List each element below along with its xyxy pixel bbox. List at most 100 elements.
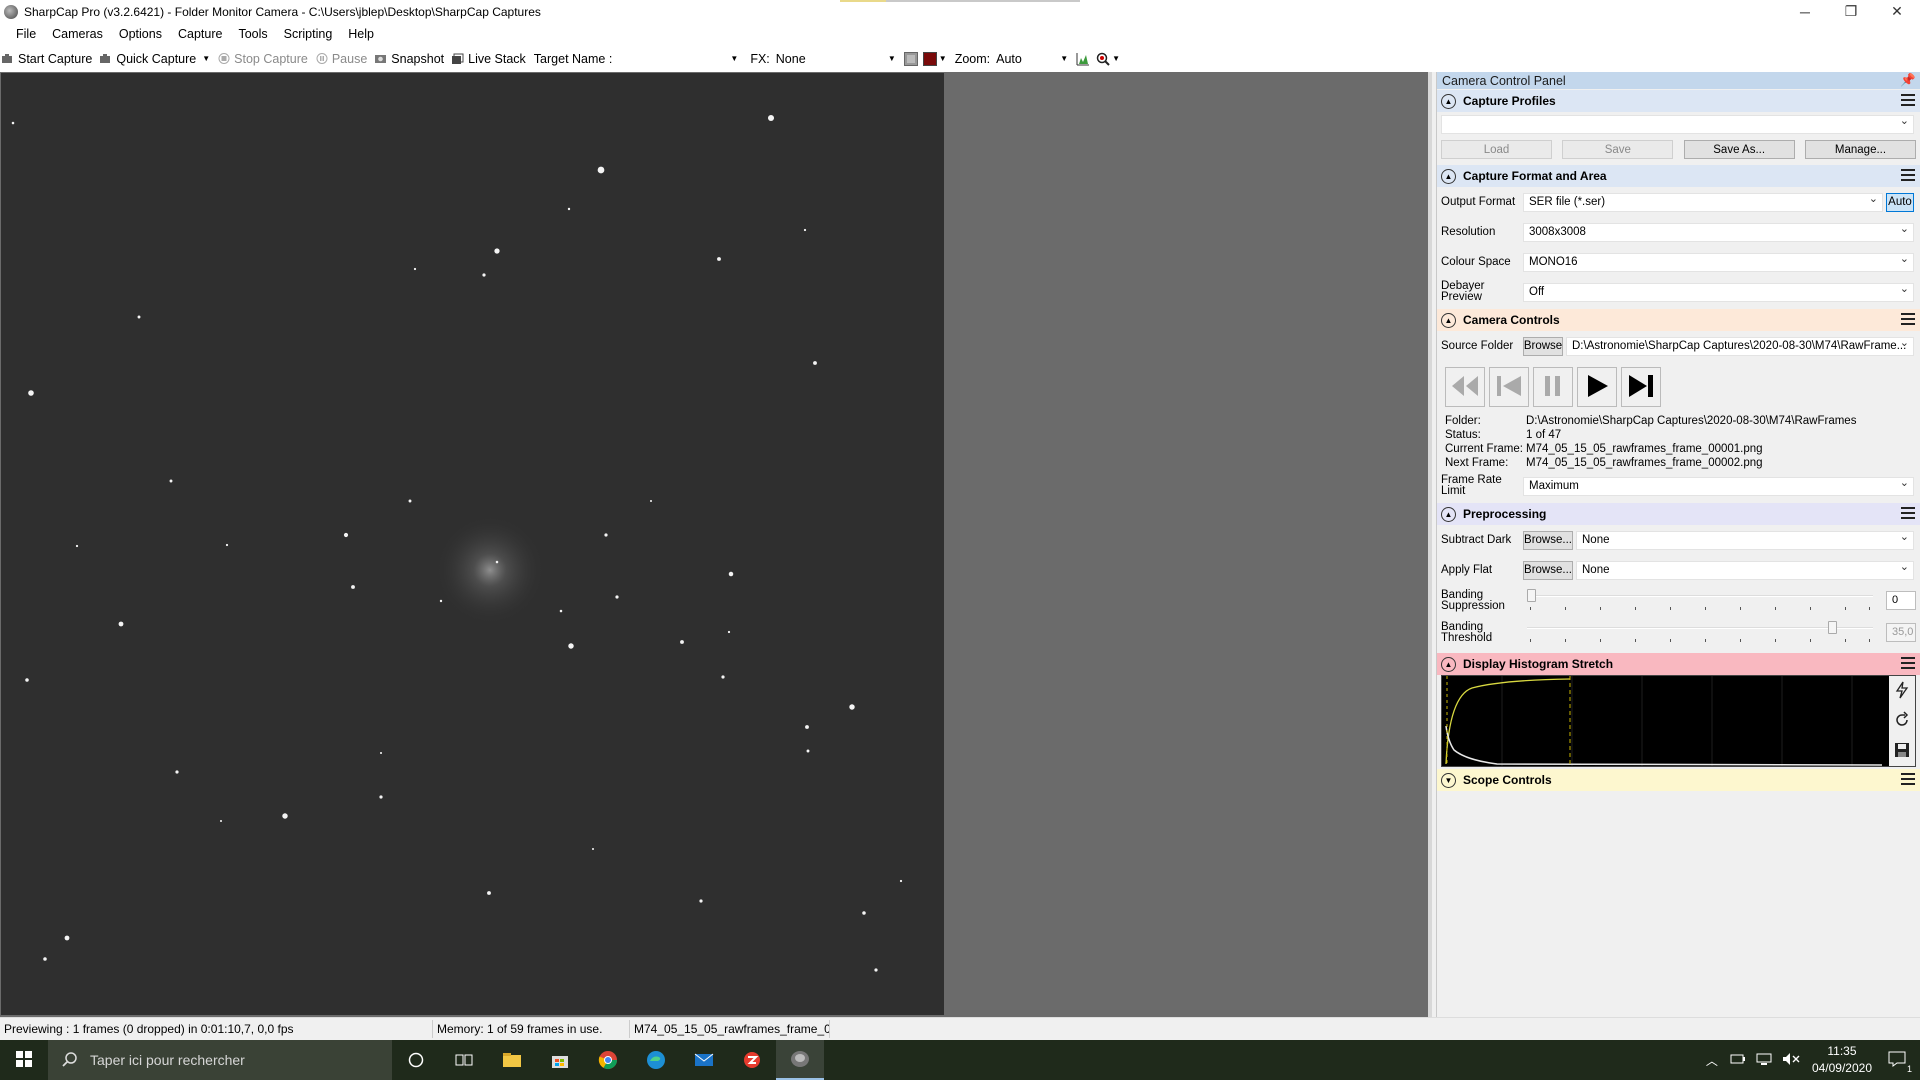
source-folder-dropdown[interactable]: D:\Astronomie\SharpCap Captures\2020-08-… [1566, 336, 1914, 356]
menu-cameras[interactable]: Cameras [44, 27, 111, 41]
collapse-icon[interactable]: ▲ [1441, 506, 1456, 522]
banding-threshold-input[interactable]: 35,0 [1886, 623, 1916, 642]
hamburger-menu-icon[interactable] [1901, 313, 1915, 325]
show-hidden-icons-icon[interactable]: ︿ [1706, 1052, 1718, 1069]
hamburger-menu-icon[interactable] [1901, 507, 1915, 519]
reset-icon[interactable] [1893, 710, 1911, 732]
cortana-icon[interactable] [392, 1040, 440, 1080]
capture-profile-dropdown[interactable] [1441, 115, 1914, 134]
collapse-icon[interactable]: ▲ [1441, 656, 1456, 672]
sharpcap-taskbar-icon[interactable] [776, 1040, 824, 1080]
grayscale-swatch-icon[interactable] [903, 51, 918, 66]
banding-suppression-row: Banding Suppression 0 [1437, 585, 1920, 617]
menu-file[interactable]: File [8, 27, 44, 41]
quick-capture-button[interactable]: Quick Capture ▼ [100, 52, 210, 66]
pause-button[interactable]: Pause [316, 52, 367, 66]
taskbar-search-box[interactable]: Taper ici pour rechercher [48, 1040, 392, 1080]
mail-icon[interactable] [680, 1040, 728, 1080]
frame-rate-limit-dropdown[interactable]: Maximum [1523, 476, 1914, 496]
capture-format-header[interactable]: ▲ Capture Format and Area [1437, 165, 1920, 187]
browse-source-folder-button[interactable]: Browse [1523, 336, 1563, 356]
play-button[interactable] [1577, 367, 1617, 407]
target-name-dropdown[interactable]: ▼ [618, 54, 738, 63]
collapse-icon[interactable]: ▲ [1441, 93, 1456, 109]
apply-flat-dropdown[interactable]: None [1576, 560, 1914, 580]
live-stack-button[interactable]: Live Stack [452, 52, 526, 66]
histogram-display[interactable] [1441, 675, 1916, 767]
manage-profiles-button[interactable]: Manage... [1804, 140, 1916, 159]
expand-icon[interactable]: ▼ [1441, 772, 1456, 788]
dropdown-arrow-icon[interactable]: ▼ [939, 54, 947, 63]
pin-icon[interactable]: 📌 [1900, 73, 1916, 88]
save-icon[interactable] [1893, 741, 1911, 762]
red-overlay-icon[interactable] [922, 51, 937, 66]
close-button[interactable]: ✕ [1874, 0, 1920, 23]
volume-muted-icon[interactable] [1782, 1052, 1800, 1069]
auto-stretch-icon[interactable] [1893, 681, 1911, 702]
folder-label: Folder: [1445, 415, 1481, 427]
network-icon[interactable] [1756, 1053, 1772, 1068]
auto-format-button[interactable]: Auto [1886, 192, 1914, 212]
camera-controls-header[interactable]: ▲ Camera Controls [1437, 309, 1920, 331]
capture-profiles-header[interactable]: ▲ Capture Profiles [1437, 90, 1920, 112]
next-frame-button[interactable] [1621, 367, 1661, 407]
battery-icon[interactable] [1730, 1053, 1746, 1068]
edge-icon[interactable] [632, 1040, 680, 1080]
pause-playback-button[interactable] [1533, 367, 1573, 407]
rewind-button[interactable] [1445, 367, 1485, 407]
save-as-profile-button[interactable]: Save As... [1683, 140, 1795, 159]
minimize-button[interactable]: ─ [1782, 0, 1828, 23]
fx-dropdown[interactable]: None ▼ [776, 52, 896, 66]
red-app-icon[interactable] [728, 1040, 776, 1080]
banding-threshold-slider[interactable] [1527, 621, 1873, 642]
maximize-button[interactable]: ❐ [1828, 0, 1874, 23]
file-explorer-icon[interactable] [488, 1040, 536, 1080]
colour-space-dropdown[interactable]: MONO16 [1523, 252, 1914, 272]
output-format-dropdown[interactable]: SER file (*.ser) [1523, 192, 1883, 212]
banding-suppression-slider[interactable] [1527, 589, 1873, 610]
slider-thumb[interactable] [1527, 589, 1536, 602]
hamburger-menu-icon[interactable] [1901, 169, 1915, 181]
histogram-icon[interactable] [1076, 52, 1090, 66]
collapse-icon[interactable]: ▲ [1441, 168, 1456, 184]
chrome-icon[interactable] [584, 1040, 632, 1080]
histogram-stretch-header[interactable]: ▲ Display Histogram Stretch [1437, 653, 1920, 675]
menu-options[interactable]: Options [111, 27, 170, 41]
banding-suppression-input[interactable]: 0 [1886, 591, 1916, 610]
pause-label: Pause [331, 51, 368, 66]
zoom-dropdown[interactable]: Auto ▼ [996, 52, 1068, 66]
menu-tools[interactable]: Tools [230, 27, 275, 41]
hamburger-menu-icon[interactable] [1901, 94, 1915, 106]
load-profile-button[interactable]: Load [1441, 140, 1552, 159]
preview-area[interactable] [0, 72, 1432, 1017]
scope-controls-header[interactable]: ▼ Scope Controls [1437, 769, 1920, 791]
menu-scripting[interactable]: Scripting [276, 27, 341, 41]
subtract-dark-dropdown[interactable]: None [1576, 530, 1914, 550]
taskbar-clock[interactable]: 11:35 04/09/2020 [1812, 1043, 1872, 1077]
menu-capture[interactable]: Capture [170, 27, 230, 41]
slider-thumb[interactable] [1828, 621, 1837, 634]
browse-flat-button[interactable]: Browse... [1523, 560, 1573, 580]
task-view-icon[interactable] [440, 1040, 488, 1080]
menu-help[interactable]: Help [340, 27, 382, 41]
resolution-dropdown[interactable]: 3008x3008 [1523, 222, 1914, 242]
stop-capture-button[interactable]: Stop Capture [218, 52, 308, 66]
dropdown-arrow-icon[interactable]: ▼ [202, 54, 210, 63]
hamburger-menu-icon[interactable] [1901, 657, 1915, 669]
previous-frame-button[interactable] [1489, 367, 1529, 407]
debayer-preview-dropdown[interactable]: Off [1523, 282, 1914, 302]
save-profile-button[interactable]: Save [1562, 140, 1674, 159]
hamburger-menu-icon[interactable] [1901, 773, 1915, 785]
focus-assist-icon[interactable]: ▼ [1096, 52, 1120, 66]
collapse-icon[interactable]: ▲ [1441, 312, 1456, 328]
start-button[interactable] [0, 1040, 48, 1080]
memory-status: Memory: 1 of 59 frames in use. [433, 1019, 630, 1038]
scope-controls-title: Scope Controls [1463, 773, 1552, 787]
notifications-icon[interactable]: 1 [1888, 1051, 1912, 1074]
camera-preview-image[interactable] [1, 73, 944, 1015]
preprocessing-header[interactable]: ▲ Preprocessing [1437, 503, 1920, 525]
browse-dark-button[interactable]: Browse... [1523, 530, 1573, 550]
microsoft-store-icon[interactable] [536, 1040, 584, 1080]
snapshot-button[interactable]: Snapshot [375, 52, 444, 66]
start-capture-button[interactable]: Start Capture [2, 52, 92, 66]
